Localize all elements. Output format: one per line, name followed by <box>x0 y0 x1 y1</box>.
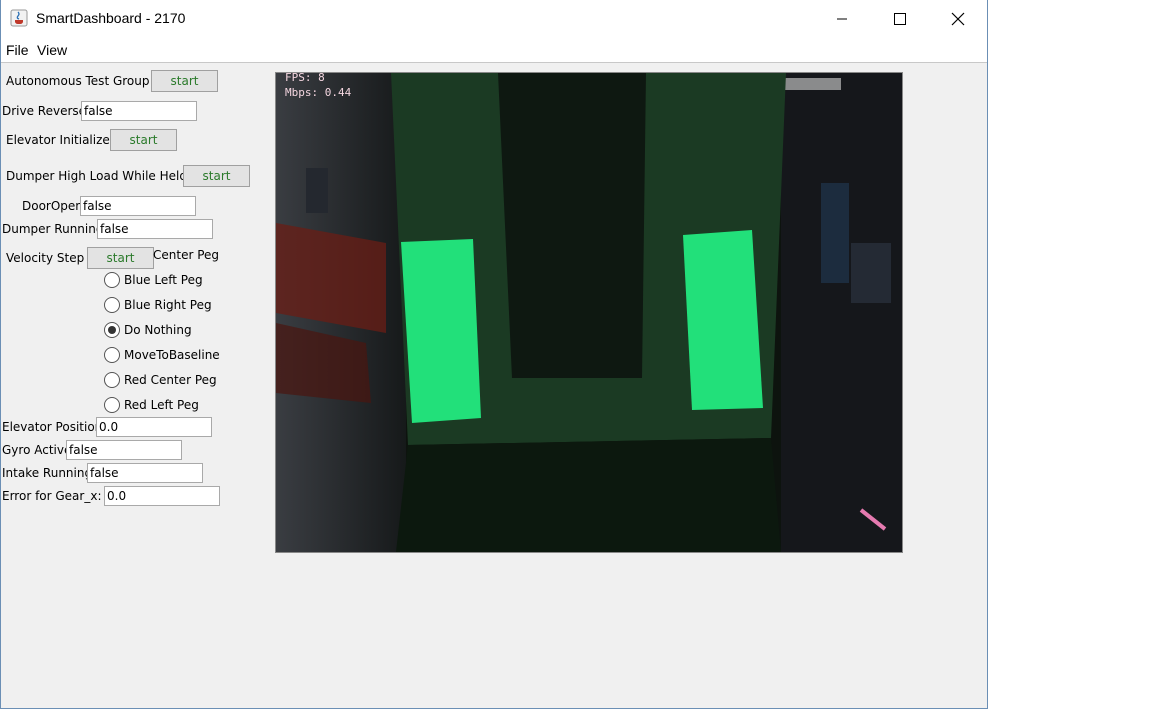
intake-running-label: Intake Running <box>2 466 93 480</box>
velocity-step-label: Velocity Step <box>6 251 85 265</box>
radio-label-red-center-peg[interactable]: Red Center Peg <box>124 373 217 387</box>
door-open-field[interactable]: false <box>80 196 196 216</box>
radio-red-center-peg[interactable] <box>104 372 120 388</box>
autonomous-test-group-start-button[interactable]: start <box>151 70 218 92</box>
error-gear-x-label: Error for Gear_x: <box>2 489 102 503</box>
radio-blue-left-peg[interactable] <box>104 272 120 288</box>
mbps-overlay: Mbps: 0.44 <box>285 86 352 99</box>
autonomous-test-group-label: Autonomous Test Group <box>6 74 150 88</box>
radio-label-blue-left-peg[interactable]: Blue Left Peg <box>124 273 203 287</box>
dumper-high-load-label: Dumper High Load While Held <box>6 169 187 183</box>
smartdashboard-window: SmartDashboard - 2170 File View Autonomo… <box>0 0 988 709</box>
radio-red-left-peg[interactable] <box>104 397 120 413</box>
radio-do-nothing-selected[interactable] <box>104 322 120 338</box>
menu-view[interactable]: View <box>37 42 67 58</box>
elevator-position-field[interactable]: 0.0 <box>96 417 212 437</box>
maximize-icon <box>894 13 906 25</box>
camera-stream-view[interactable]: FPS: 8 Mbps: 0.44 <box>275 72 903 553</box>
radio-blue-right-peg[interactable] <box>104 297 120 313</box>
intake-running-field[interactable]: false <box>87 463 203 483</box>
close-icon <box>951 12 965 26</box>
chooser-partial-option-label: Center Peg <box>153 248 220 262</box>
menu-file[interactable]: File <box>6 42 29 58</box>
gyro-active-field[interactable]: false <box>66 440 182 460</box>
title-bar: SmartDashboard - 2170 <box>1 0 987 38</box>
dumper-high-load-start-button[interactable]: start <box>183 165 250 187</box>
radio-move-to-baseline[interactable] <box>104 347 120 363</box>
radio-label-red-left-peg[interactable]: Red Left Peg <box>124 398 199 412</box>
elevator-position-label: Elevator Position <box>2 420 103 434</box>
minimize-icon <box>837 18 847 20</box>
close-button[interactable] <box>935 0 981 38</box>
radio-label-do-nothing[interactable]: Do Nothing <box>124 323 192 337</box>
radio-label-blue-right-peg[interactable]: Blue Right Peg <box>124 298 212 312</box>
window-title: SmartDashboard - 2170 <box>36 10 186 26</box>
dumper-running-field[interactable]: false <box>97 219 213 239</box>
menu-bar: File View <box>1 38 987 63</box>
fps-overlay: FPS: 8 <box>285 72 325 84</box>
java-app-icon <box>10 9 28 27</box>
elevator-initialize-label: Elevator Initialize <box>6 133 110 147</box>
camera-frame-image <box>276 73 902 552</box>
minimize-button[interactable] <box>819 0 865 38</box>
drive-reverse-field[interactable]: false <box>81 101 197 121</box>
elevator-initialize-start-button[interactable]: start <box>110 129 177 151</box>
drive-reverse-label: Drive Reverse <box>2 104 87 118</box>
dumper-running-label: Dumper Running <box>2 222 104 236</box>
velocity-step-start-button[interactable]: start <box>87 247 154 269</box>
door-open-label: DoorOpen <box>22 199 83 213</box>
gyro-active-label: Gyro Active <box>2 443 72 457</box>
radio-label-move-to-baseline[interactable]: MoveToBaseline <box>124 348 220 362</box>
maximize-button[interactable] <box>877 0 923 38</box>
error-gear-x-field[interactable]: 0.0 <box>104 486 220 506</box>
